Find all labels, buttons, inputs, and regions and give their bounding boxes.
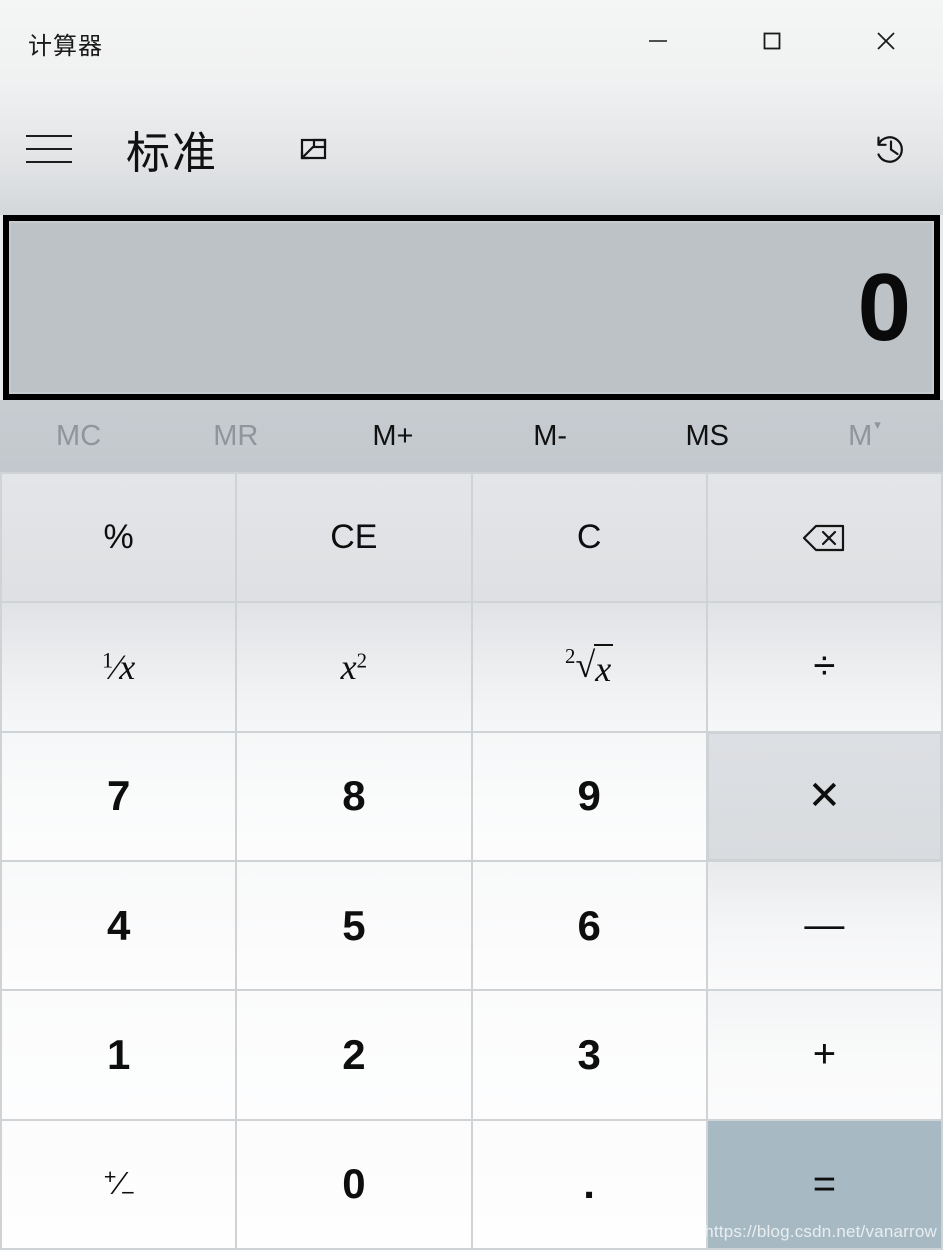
digit-7-button[interactable]: 7 <box>2 732 236 860</box>
memory-store-label: MS <box>685 419 730 452</box>
close-button[interactable] <box>829 0 943 82</box>
memory-clear-label: MC <box>56 419 102 452</box>
display-area: 0 <box>0 215 943 400</box>
digit-4-button[interactable]: 4 <box>2 862 236 990</box>
subtract-label: — <box>804 903 845 948</box>
clear-label: C <box>576 518 602 557</box>
digit-6-label: 6 <box>577 901 601 949</box>
percent-label: % <box>103 518 134 557</box>
reciprocal-label: 1⁄x <box>102 646 136 687</box>
history-button[interactable] <box>865 123 917 175</box>
display-value: 0 <box>857 253 911 361</box>
history-icon <box>877 135 903 163</box>
memory-store-button[interactable]: MS <box>629 400 786 472</box>
title-bar: 计算器 <box>0 0 943 82</box>
subtract-button[interactable]: — <box>707 862 941 990</box>
digit-8-label: 8 <box>342 772 366 820</box>
clear-button[interactable]: C <box>472 474 706 602</box>
memory-add-button[interactable]: M+ <box>314 400 471 472</box>
memory-row: MC MR M+ M- MS M ▾ <box>0 400 943 472</box>
memory-clear-button[interactable]: MC <box>0 400 157 472</box>
digit-1-label: 1 <box>106 1030 131 1078</box>
memory-subtract-label: M- <box>533 419 568 452</box>
backspace-icon <box>803 524 845 551</box>
digit-4-label: 4 <box>106 901 131 949</box>
keypad: % CE C 1⁄x x2 2 √ x ÷ 7 8 9 ✕ 4 5 6 — 1 … <box>0 472 943 1250</box>
digit-7-label: 7 <box>106 772 131 820</box>
keep-on-top-icon <box>300 138 327 159</box>
nav-bar: 标准 <box>0 82 943 215</box>
digit-0-button[interactable]: 0 <box>237 1120 471 1248</box>
equals-button[interactable]: = <box>707 1120 941 1248</box>
digit-6-button[interactable]: 6 <box>472 862 706 990</box>
digit-1-button[interactable]: 1 <box>2 991 236 1119</box>
calculator-window: 计算器 标准 0 MC MR M+ M- MS M ▾ % CE C 1⁄x x… <box>0 0 943 1250</box>
maximize-button[interactable] <box>715 0 829 82</box>
window-controls <box>601 0 943 82</box>
percent-button[interactable]: % <box>2 474 236 602</box>
maximize-icon <box>763 32 781 50</box>
square-button[interactable]: x2 <box>237 603 471 731</box>
digit-8-button[interactable]: 8 <box>237 732 471 860</box>
reciprocal-button[interactable]: 1⁄x <box>2 603 236 731</box>
hamburger-icon[interactable] <box>26 126 74 172</box>
memory-list-button[interactable]: M ▾ <box>786 400 943 472</box>
multiply-button[interactable]: ✕ <box>707 732 941 860</box>
decimal-label: . <box>583 1160 595 1208</box>
minimize-button[interactable] <box>601 0 715 82</box>
digit-9-label: 9 <box>577 772 601 820</box>
app-title: 计算器 <box>28 33 103 60</box>
digit-2-label: 2 <box>342 1030 366 1078</box>
memory-recall-button[interactable]: MR <box>157 400 314 472</box>
square-root-label: 2 √ x <box>565 643 614 689</box>
square-root-button[interactable]: 2 √ x <box>472 603 706 731</box>
clear-entry-label: CE <box>330 518 378 557</box>
digit-5-label: 5 <box>342 901 366 949</box>
close-icon <box>877 32 895 50</box>
divide-label: ÷ <box>813 644 836 689</box>
memory-add-label: M+ <box>372 419 414 452</box>
digit-0-label: 0 <box>342 1160 366 1208</box>
memory-list-label: M <box>848 419 873 452</box>
memory-subtract-button[interactable]: M- <box>472 400 629 472</box>
clear-entry-button[interactable]: CE <box>237 474 471 602</box>
divide-button[interactable]: ÷ <box>707 603 941 731</box>
digit-3-button[interactable]: 3 <box>472 991 706 1119</box>
digit-3-label: 3 <box>577 1030 601 1078</box>
keep-on-top-button[interactable] <box>290 126 336 172</box>
add-label: + <box>812 1032 837 1077</box>
minimize-icon <box>649 40 667 42</box>
square-label: x2 <box>340 646 368 687</box>
digit-9-button[interactable]: 9 <box>472 732 706 860</box>
backspace-button[interactable] <box>707 474 941 602</box>
negate-button[interactable]: +⁄– <box>2 1120 236 1248</box>
negate-label: +⁄– <box>103 1164 134 1204</box>
mode-title: 标准 <box>126 128 218 178</box>
digit-5-button[interactable]: 5 <box>237 862 471 990</box>
memory-recall-label: MR <box>213 419 259 452</box>
decimal-button[interactable]: . <box>472 1120 706 1248</box>
equals-label: = <box>812 1161 837 1206</box>
add-button[interactable]: + <box>707 991 941 1119</box>
chevron-down-icon: ▾ <box>874 417 881 432</box>
digit-2-button[interactable]: 2 <box>237 991 471 1119</box>
display-focus-frame[interactable]: 0 <box>3 215 940 400</box>
multiply-label: ✕ <box>807 774 842 819</box>
